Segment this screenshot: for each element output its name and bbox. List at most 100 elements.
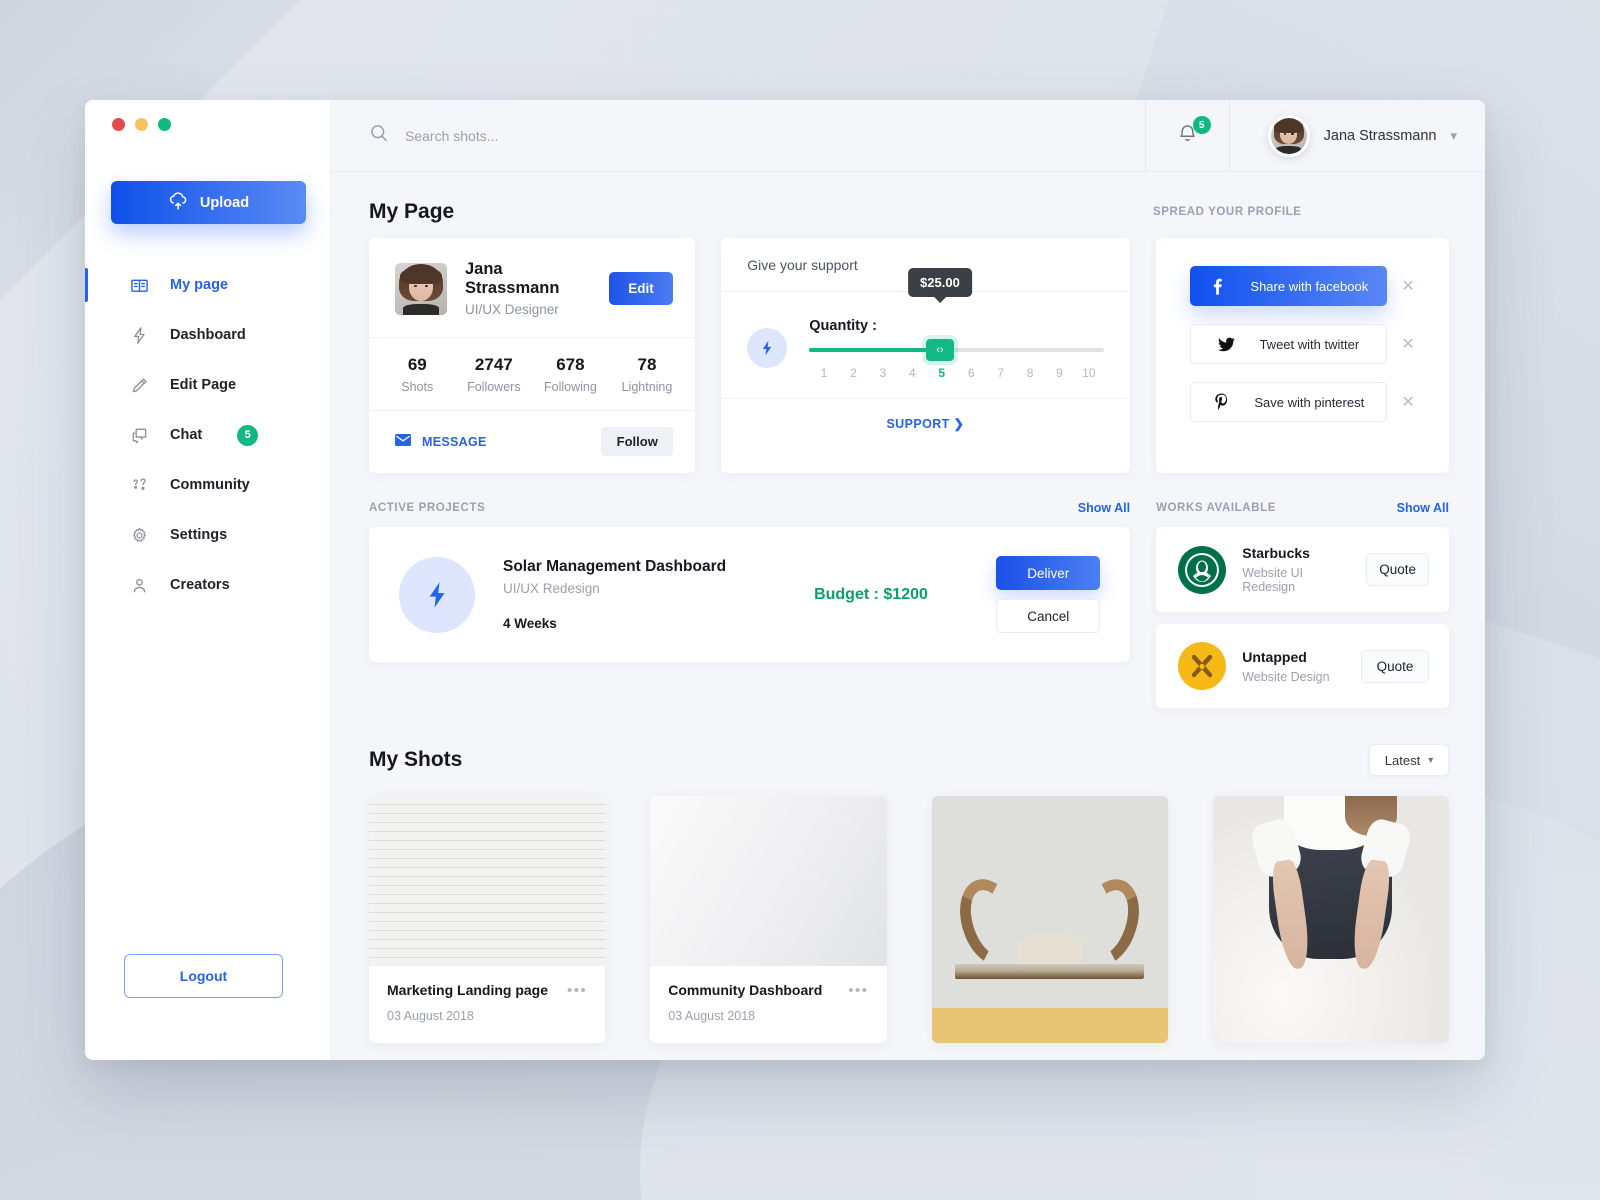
upload-button-label: Upload — [199, 194, 250, 211]
profile-avatar — [395, 262, 447, 315]
work-name: Untapped — [1242, 648, 1307, 665]
logout-button[interactable]: Logout — [124, 954, 283, 998]
share-button-label: Share with facebook — [1250, 278, 1369, 294]
sidebar-item-creators[interactable]: Creators — [85, 560, 330, 610]
message-label: MESSAGE — [422, 434, 487, 449]
minimize-window-button[interactable] — [135, 118, 148, 131]
hands-on-bed-photo — [1212, 796, 1449, 1043]
shot-title: Marketing Landing page — [387, 982, 549, 998]
sidebar-item-label: Chat — [170, 427, 203, 443]
sort-dropdown[interactable]: Latest ▾ — [1369, 744, 1449, 776]
user-icon — [129, 575, 149, 595]
support-card: Give your support Quantity : $25.00 ‹› 1… — [721, 238, 1130, 473]
sort-label: Latest — [1384, 752, 1421, 768]
share-row-twitter: Tweet with twitter ✕ — [1189, 324, 1415, 364]
slider-tick[interactable]: 10 — [1074, 366, 1103, 380]
stat-label: Followers — [467, 380, 521, 394]
profile-name: Jana Strassmann — [465, 260, 560, 297]
untapped-logo — [1178, 642, 1227, 690]
dismiss-twitter-icon[interactable]: ✕ — [1401, 334, 1415, 354]
quote-button[interactable]: Quote — [1361, 649, 1429, 683]
sidebar-item-community[interactable]: Community — [85, 460, 330, 510]
work-name: Starbucks — [1242, 545, 1310, 561]
upload-cloud-icon — [168, 191, 189, 214]
notification-count-badge: 5 — [1192, 116, 1211, 134]
share-with-facebook-button[interactable]: Share with facebook — [1189, 266, 1388, 306]
slider-tick-selected[interactable]: 5 — [927, 366, 956, 380]
slider-value-tooltip: $25.00 — [908, 268, 972, 297]
maximize-window-button[interactable] — [158, 118, 171, 131]
slider-thumb[interactable]: ‹› — [925, 339, 954, 361]
sidebar-item-settings[interactable]: Settings — [85, 510, 330, 560]
spread-profile-card: Share with facebook ✕ Tweet with twitter… — [1155, 238, 1450, 473]
deliver-button[interactable]: Deliver — [996, 556, 1101, 590]
quantity-slider[interactable]: Quantity : $25.00 ‹› 1 2 3 4 5 6 7 8 9 1… — [809, 268, 1104, 380]
works-available-show-all[interactable]: Show All — [1397, 501, 1449, 515]
tweet-with-twitter-button[interactable]: Tweet with twitter — [1189, 324, 1388, 364]
search-input[interactable] — [405, 127, 1026, 144]
user-menu[interactable]: Jana Strassmann ▾ — [1230, 100, 1485, 171]
sidebar-item-edit-page[interactable]: Edit Page — [85, 360, 330, 410]
chevron-down-icon: ▾ — [1450, 127, 1457, 143]
pinterest-icon — [1212, 393, 1230, 411]
slider-fill — [809, 348, 940, 352]
shot-menu-icon[interactable]: ••• — [848, 983, 868, 998]
spread-section-label: SPREAD YOUR PROFILE — [1153, 206, 1302, 218]
dismiss-facebook-icon[interactable]: ✕ — [1401, 276, 1415, 296]
slider-ticks: 1 2 3 4 5 6 7 8 9 10 — [809, 366, 1103, 380]
shot-card[interactable]: Movie Booking App ••• 03 August 2018 — [931, 796, 1168, 1043]
edit-profile-button[interactable]: Edit — [608, 272, 674, 305]
message-button[interactable]: MESSAGE — [395, 434, 487, 449]
search-bar[interactable] — [331, 100, 1146, 171]
dismiss-pinterest-icon[interactable]: ✕ — [1401, 392, 1415, 412]
slider-tick[interactable]: 1 — [809, 366, 838, 380]
cancel-button[interactable]: Cancel — [996, 599, 1101, 633]
slider-tick[interactable]: 7 — [986, 366, 1015, 380]
project-title: Solar Management Dashboard — [503, 558, 727, 575]
quantity-label: Quantity : — [809, 318, 877, 334]
sidebar-item-my-page[interactable]: My page — [85, 260, 330, 310]
shot-menu-icon[interactable]: ••• — [567, 983, 587, 998]
upload-button[interactable]: Upload — [111, 181, 306, 224]
active-projects-show-all[interactable]: Show All — [1078, 501, 1130, 515]
bolt-icon — [129, 325, 149, 345]
works-available-list: Starbucks Website UI Redesign Quote Unta… — [1156, 527, 1449, 708]
notifications-button[interactable]: 5 — [1146, 100, 1230, 171]
slider-tick[interactable]: 4 — [898, 366, 927, 380]
sidebar: Upload My page Dashboard Edit Page Chat … — [85, 100, 331, 1060]
sidebar-item-dashboard[interactable]: Dashboard — [85, 310, 330, 360]
book-stack-photo — [650, 796, 887, 966]
work-info: Starbucks Website UI Redesign — [1242, 545, 1350, 594]
sidebar-item-chat[interactable]: Chat 5 — [85, 410, 330, 460]
shot-card[interactable]: Community Dashboard ••• 03 August 2018 — [650, 796, 887, 1043]
shot-title: Community Dashboard — [668, 982, 823, 998]
follow-button[interactable]: Follow — [601, 427, 674, 456]
shot-card[interactable]: Pattern Grandients ••• 03 August 2018 — [1212, 796, 1449, 1043]
twitter-icon — [1217, 337, 1235, 352]
share-row-facebook: Share with facebook ✕ — [1189, 266, 1415, 306]
slider-tick[interactable]: 2 — [839, 366, 868, 380]
community-icon — [129, 475, 149, 495]
sidebar-item-label: Edit Page — [170, 377, 237, 393]
shot-card[interactable]: Marketing Landing page ••• 03 August 201… — [369, 796, 606, 1043]
slider-tick[interactable]: 9 — [1045, 366, 1074, 380]
project-info: Solar Management Dashboard UI/UX Redesig… — [503, 558, 726, 631]
slider-track[interactable]: ‹› — [809, 339, 1104, 361]
share-button-label: Save with pinterest — [1254, 394, 1365, 410]
close-window-button[interactable] — [112, 118, 125, 131]
profile-card: Jana Strassmann UI/UX Designer Edit 69 S… — [369, 238, 696, 473]
work-item-starbucks: Starbucks Website UI Redesign Quote — [1156, 527, 1449, 612]
save-with-pinterest-button[interactable]: Save with pinterest — [1189, 382, 1388, 422]
share-row-pinterest: Save with pinterest ✕ — [1189, 382, 1415, 422]
page-title: My Page — [369, 200, 455, 223]
slider-tick[interactable]: 8 — [1015, 366, 1044, 380]
book-icon — [129, 275, 149, 295]
shot-meta: Community Dashboard ••• 03 August 2018 — [650, 966, 886, 1043]
quote-button[interactable]: Quote — [1366, 553, 1429, 586]
support-button[interactable]: SUPPORT ❯ — [886, 417, 964, 431]
stat-value: 78 — [637, 355, 657, 374]
starbucks-logo — [1178, 545, 1227, 594]
shot-meta: Marketing Landing page ••• 03 August 201… — [369, 966, 605, 1043]
slider-tick[interactable]: 3 — [868, 366, 897, 380]
slider-tick[interactable]: 6 — [956, 366, 985, 380]
